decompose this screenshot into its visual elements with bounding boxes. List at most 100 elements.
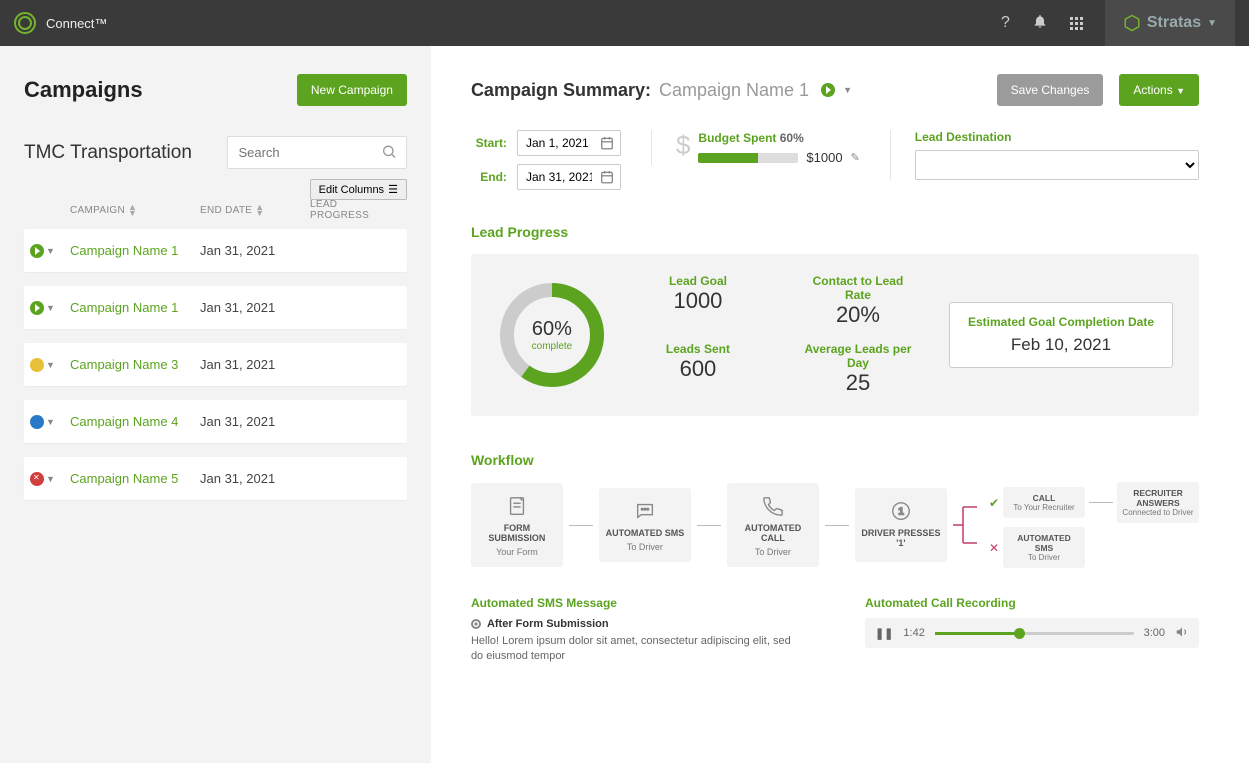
chevron-down-icon[interactable]: ▼ xyxy=(843,85,852,95)
branch-connector xyxy=(953,497,977,553)
avg-leads-value: 25 xyxy=(803,370,913,396)
campaign-name[interactable]: Campaign Name 4 xyxy=(70,414,200,429)
workflow-branch-node[interactable]: CALLTo Your Recruiter xyxy=(1003,487,1085,518)
start-date-input[interactable] xyxy=(517,130,621,156)
brand-name: Stratas xyxy=(1147,14,1201,32)
donut-percent: 60% xyxy=(532,318,572,341)
campaign-end-date: Jan 31, 2021 xyxy=(200,357,310,372)
bell-icon[interactable] xyxy=(1032,13,1048,34)
chevron-down-icon[interactable]: ▼ xyxy=(46,474,55,484)
workflow-row: FORM SUBMISSIONYour Form AUTOMATED SMSTo… xyxy=(471,482,1199,568)
sidebar: Campaigns New Campaign TMC Transportatio… xyxy=(0,46,431,763)
chevron-down-icon[interactable]: ▼ xyxy=(46,417,55,427)
campaign-row[interactable]: ▼ Campaign Name 1Jan 31, 2021 xyxy=(24,286,407,329)
actions-button[interactable]: Actions ▼ xyxy=(1119,74,1199,106)
new-campaign-button[interactable]: New Campaign xyxy=(297,74,407,106)
est-completion-value: Feb 10, 2021 xyxy=(968,335,1154,355)
workflow-node[interactable]: AUTOMATED CALLTo Driver xyxy=(727,483,819,567)
chevron-down-icon[interactable]: ▼ xyxy=(46,246,55,256)
number-one-icon: 1 xyxy=(888,498,914,524)
call-recording-block: Automated Call Recording ❚❚ 1:42 3:00 xyxy=(865,596,1199,665)
pause-icon[interactable]: ❚❚ xyxy=(875,627,893,640)
topbar-left: Connect™ xyxy=(14,12,107,34)
workflow-branch-node[interactable]: RECRUITER ANSWERSConnected to Driver xyxy=(1117,482,1199,523)
workflow-title: Workflow xyxy=(471,452,1199,468)
summary-title: Campaign Summary: xyxy=(471,80,651,101)
check-icon: ✔ xyxy=(989,496,999,510)
campaign-list: ▼Campaign Name 1Jan 31, 2021▼Campaign Na… xyxy=(24,229,407,500)
status-icon xyxy=(30,358,44,372)
header-end-date[interactable]: END DATE▲▼ xyxy=(200,199,310,221)
sms-icon xyxy=(632,498,658,524)
sort-icon: ▲▼ xyxy=(128,204,137,216)
workflow-node[interactable]: AUTOMATED SMSTo Driver xyxy=(599,488,691,562)
leads-sent-value: 600 xyxy=(643,356,753,382)
date-block: Start: End: xyxy=(471,130,621,190)
end-date-input[interactable] xyxy=(517,164,621,190)
campaign-name[interactable]: Campaign Name 5 xyxy=(70,471,200,486)
chevron-down-icon[interactable]: ▼ xyxy=(46,303,55,313)
campaign-row[interactable]: ▼Campaign Name 1Jan 31, 2021 xyxy=(24,229,407,272)
campaign-row[interactable]: ▼ Campaign Name 4Jan 31, 2021 xyxy=(24,400,407,443)
budget-progress-bar xyxy=(698,153,798,163)
topbar: Connect™ ? Stratas ▼ xyxy=(0,0,1249,46)
budget-label: Budget Spent 60% xyxy=(698,131,803,145)
header-lead-progress[interactable]: LEAD PROGRESS xyxy=(310,199,369,221)
campaign-name[interactable]: Campaign Name 3 xyxy=(70,357,200,372)
contact-rate-value: 20% xyxy=(803,302,913,328)
sms-body: Hello! Lorem ipsum dolor sit amet, conse… xyxy=(471,634,805,665)
form-icon xyxy=(504,493,530,519)
campaign-name[interactable]: Campaign Name 1 xyxy=(70,243,200,258)
lead-destination-select[interactable] xyxy=(915,150,1199,180)
dollar-icon: $ xyxy=(676,130,690,161)
call-icon xyxy=(760,493,786,519)
campaign-end-date: Jan 31, 2021 xyxy=(200,300,310,315)
budget-block: $ Budget Spent 60% $1000 ✎ xyxy=(651,130,860,165)
help-icon[interactable]: ? xyxy=(1001,14,1010,32)
summary-campaign-name: Campaign Name 1 xyxy=(659,80,809,101)
apps-grid-icon[interactable] xyxy=(1070,17,1083,30)
chevron-down-icon: ▼ xyxy=(1207,18,1217,29)
lead-progress-card: 60% complete Lead Goal1000 Contact to Le… xyxy=(471,254,1199,416)
estimated-completion-card: Estimated Goal Completion Date Feb 10, 2… xyxy=(949,302,1173,368)
lead-goal-value: 1000 xyxy=(643,288,753,314)
status-icon xyxy=(30,415,44,429)
x-icon: ✕ xyxy=(989,541,999,555)
donut-sub: complete xyxy=(532,341,573,352)
progress-donut: 60% complete xyxy=(497,280,607,390)
connect-logo-icon xyxy=(14,12,36,34)
volume-icon[interactable] xyxy=(1175,625,1189,642)
audio-current-time: 1:42 xyxy=(903,627,924,639)
audio-track[interactable] xyxy=(935,632,1134,635)
search-icon xyxy=(381,143,397,162)
svg-text:1: 1 xyxy=(898,507,904,518)
header-campaign[interactable]: CAMPAIGN▲▼ xyxy=(70,199,200,221)
chevron-down-icon: ▼ xyxy=(1176,86,1185,96)
budget-amount: $1000 xyxy=(806,150,842,165)
list-headers: CAMPAIGN▲▼ END DATE▲▼ LEAD PROGRESS xyxy=(24,199,310,221)
workflow-node[interactable]: 1 DRIVER PRESSES '1' xyxy=(855,488,947,562)
audio-player[interactable]: ❚❚ 1:42 3:00 xyxy=(865,618,1199,648)
org-name: TMC Transportation xyxy=(24,142,203,164)
audio-total-time: 3:00 xyxy=(1144,627,1165,639)
topbar-right: ? Stratas ▼ xyxy=(1001,0,1235,46)
brand-switcher[interactable]: Stratas ▼ xyxy=(1105,0,1235,46)
sms-radio-option[interactable]: After Form Submission xyxy=(471,618,805,630)
lead-progress-title: Lead Progress xyxy=(471,224,1199,240)
save-changes-button[interactable]: Save Changes xyxy=(997,74,1104,106)
campaign-row[interactable]: ▼ Campaign Name 3Jan 31, 2021 xyxy=(24,343,407,386)
workflow-branch-node[interactable]: AUTOMATED SMSTo Driver xyxy=(1003,527,1085,568)
stratas-logo-icon xyxy=(1123,14,1141,32)
campaign-end-date: Jan 31, 2021 xyxy=(200,471,310,486)
status-icon xyxy=(30,472,44,486)
edit-columns-button[interactable]: Edit Columns ☰ xyxy=(310,179,407,200)
main-panel: Campaign Summary: Campaign Name 1 ▼ Save… xyxy=(431,46,1249,763)
workflow-node[interactable]: FORM SUBMISSIONYour Form xyxy=(471,483,563,567)
campaign-end-date: Jan 31, 2021 xyxy=(200,414,310,429)
chevron-down-icon[interactable]: ▼ xyxy=(46,360,55,370)
end-label: End: xyxy=(471,170,507,184)
campaign-name[interactable]: Campaign Name 1 xyxy=(70,300,200,315)
status-icon xyxy=(30,301,44,315)
edit-budget-icon[interactable]: ✎ xyxy=(851,151,860,164)
campaign-row[interactable]: ▼ Campaign Name 5Jan 31, 2021 xyxy=(24,457,407,500)
